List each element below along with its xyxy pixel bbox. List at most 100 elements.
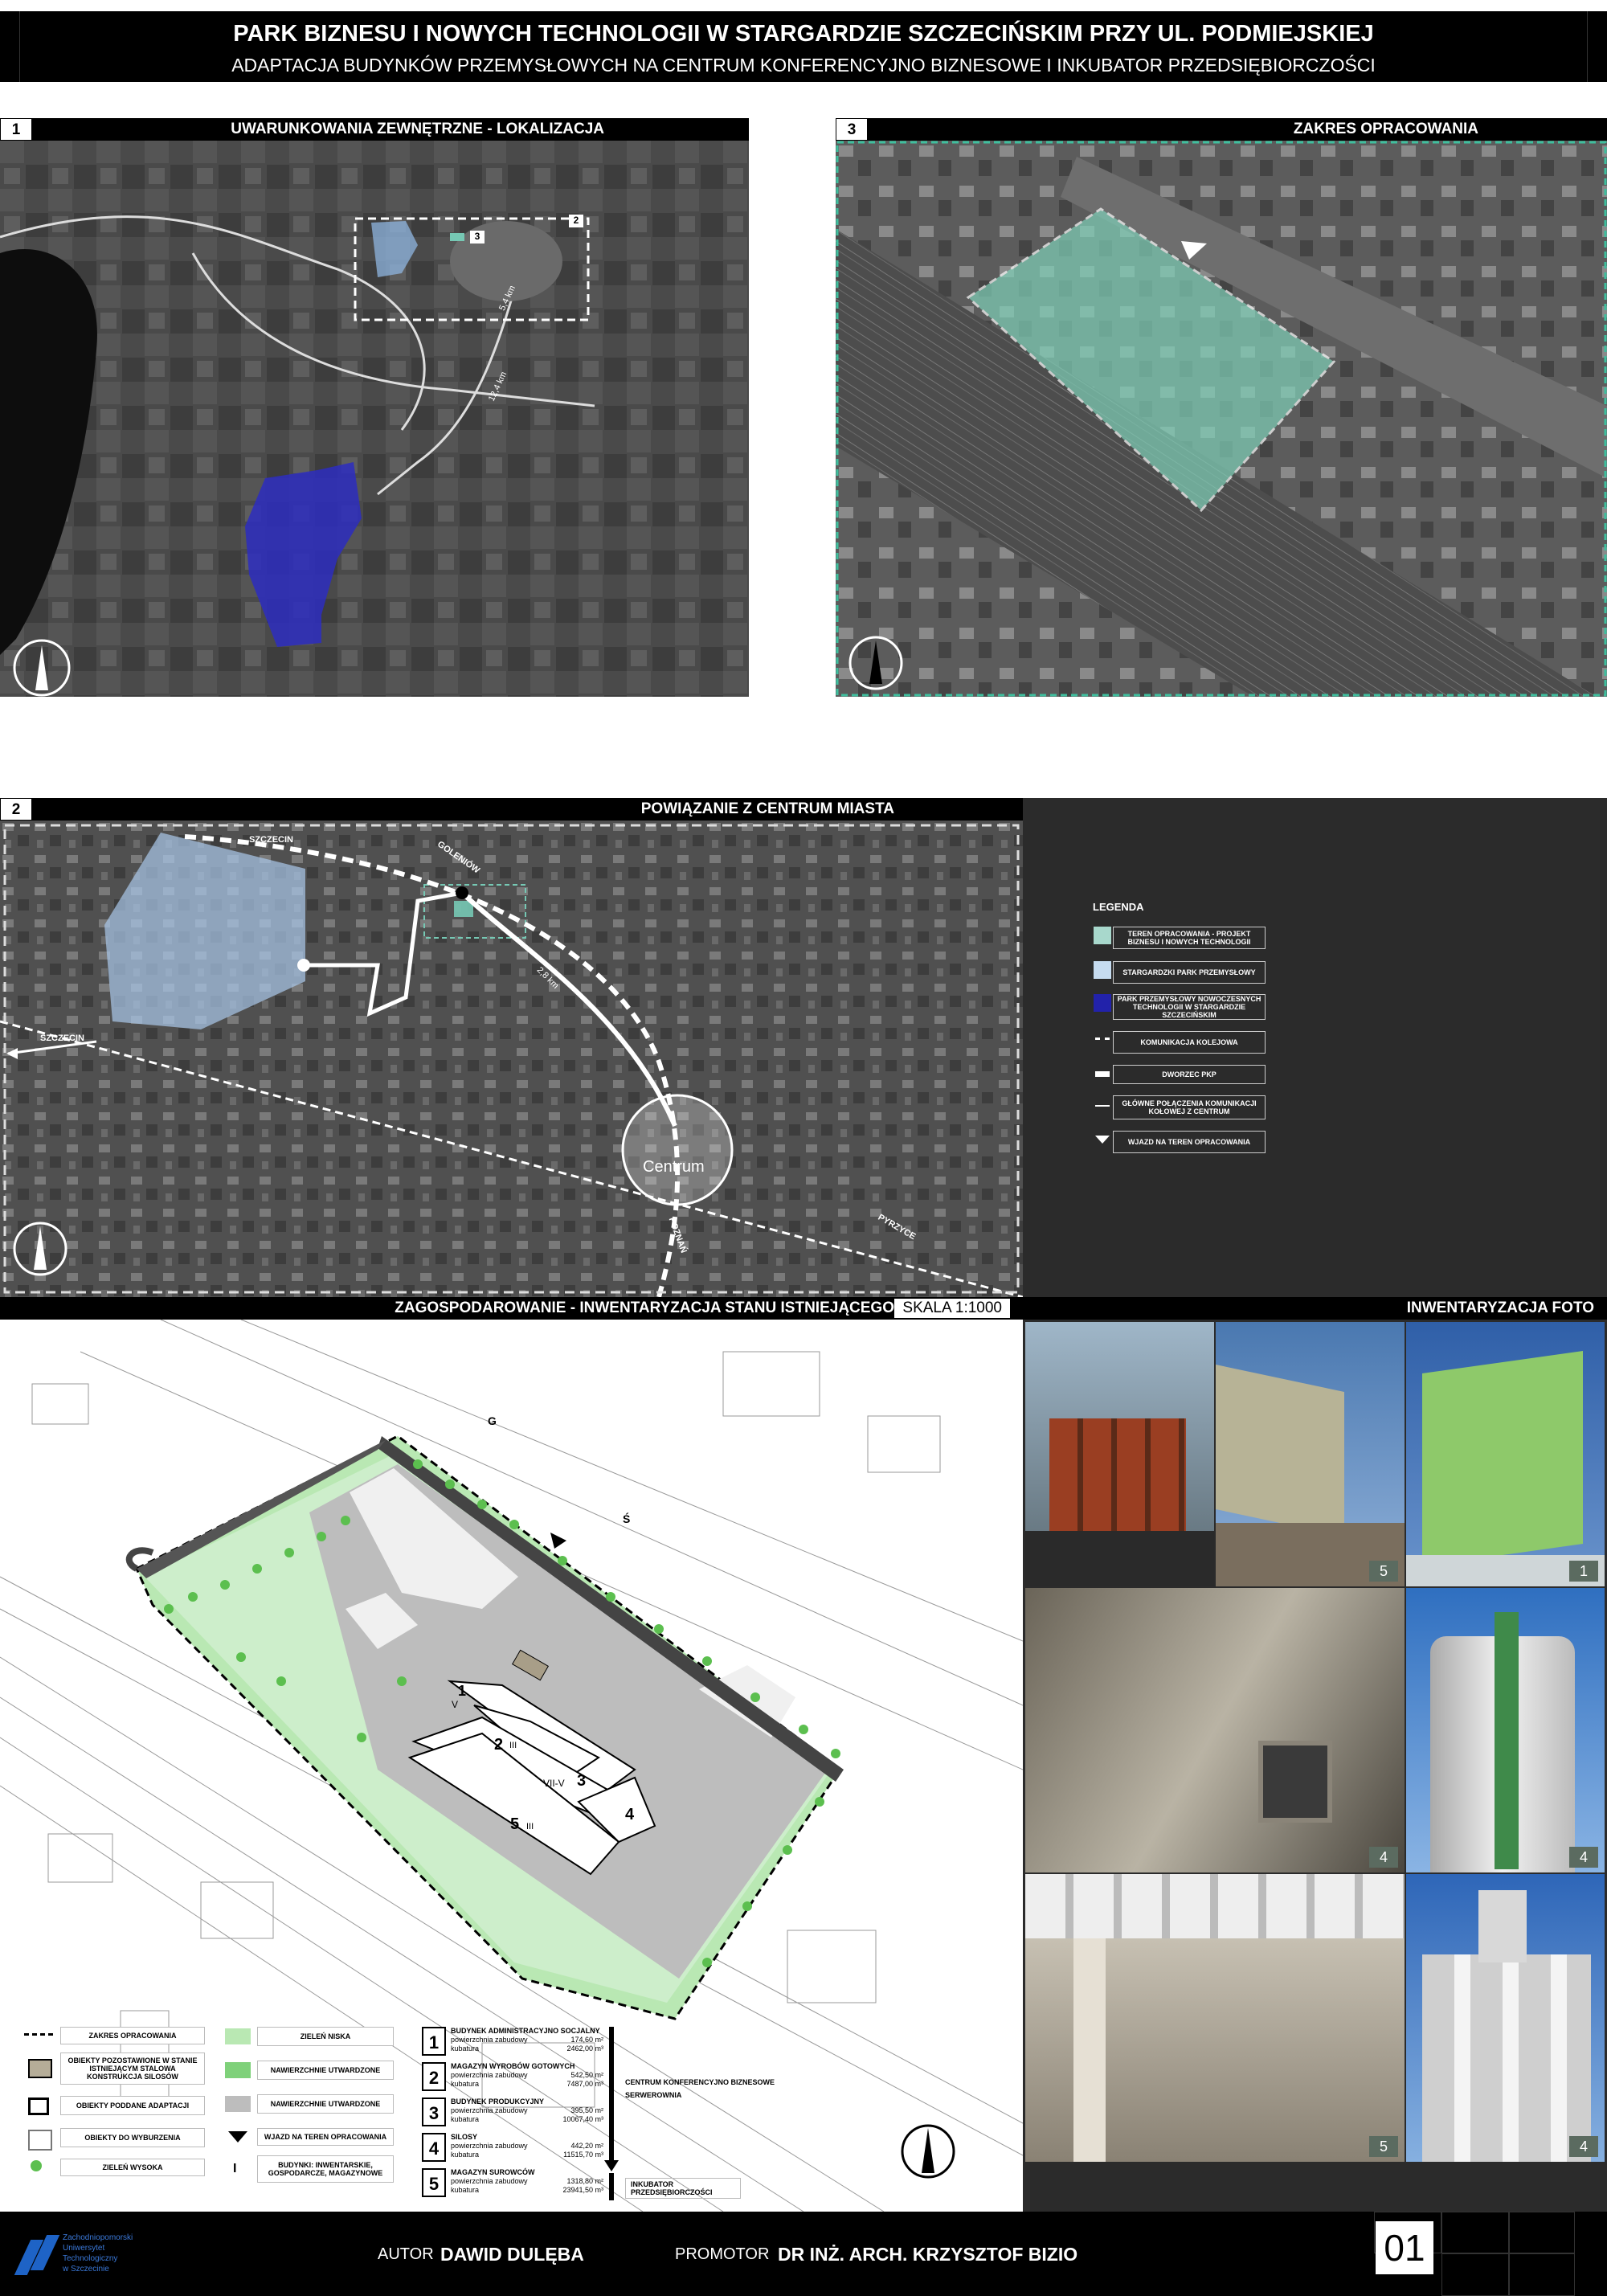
building-row-5-name: MAGAZYN SUROWCÓW [451,2168,535,2176]
photo-grid: 5 1 4 4 5 4 [1023,1320,1607,2212]
building-row-1-vol: 2462,00 m³ [566,2044,603,2052]
plan-building-4-num: 4 [625,1806,635,1823]
photos-title: INWENTARYZACJA FOTO [1406,1299,1594,1316]
outbuilding-symbol: I [233,2162,237,2175]
photo-hall-ceiling: 5 [1025,1874,1405,2162]
plan-building-3-num: 3 [577,1772,587,1790]
tree-icon [31,2160,42,2171]
legend-label-7: WJAZD NA TEREN OPRACOWANIA [1113,1131,1266,1153]
plan-building-1-roman: V [452,1699,459,1710]
building-row-5-num: 5 [422,2168,446,2197]
plan-legend-mid-4: WJAZD NA TEREN OPRACOWANIA [257,2128,394,2146]
building-row-4: 4 SILOSY powierzchnia zabudowy 442,20 m²… [422,2133,623,2163]
building-row-3-vol-label: kubatura [451,2115,480,2123]
university-line-3: Technologiczny [63,2254,118,2263]
building-row-1-name: BUDYNEK ADMINISTRACYJNO SOCJALNY [451,2027,600,2035]
map2-szczecin-top: SZCZECIN [249,835,293,845]
building-row-5-vol: 23941,50 m³ [562,2186,603,2194]
university-line-1: Zachodniopomorski [63,2233,133,2242]
function-label-2: SERWEROWNIA [625,2091,682,2099]
existing-swatch [28,2059,52,2078]
building-row-1-area-label: powierzchnia zabudowy [451,2036,528,2044]
section1-number: 1 [0,118,32,141]
function-bracket-1 [609,2027,614,2163]
railway-dash-icon [1095,1037,1110,1040]
plan-label-s: Ś [623,1512,631,1525]
promotor-label: PROMOTOR [675,2245,770,2263]
building-row-4-area-label: powierzchnia zabudowy [451,2142,528,2150]
legend-title: LEGENDA [1093,901,1144,913]
university-logo [14,2232,60,2280]
plan-legend-mid-5: BUDYNKI: INWENTARSKIE, GOSPODARCZE, MAGA… [257,2155,394,2183]
map1-marker-3: 3 [470,231,485,244]
section2-bar: 2 POWIĄZANIE Z CENTRUM MIASTA [0,798,1023,821]
building-row-5-area-label: powierzchnia zabudowy [451,2177,528,2185]
building-row-2-area: 542,50 m² [570,2071,603,2079]
building-row-4-num: 4 [422,2133,446,2162]
location-map: 2 3 5,4 km 12,4 km [0,141,749,697]
plan-legend-left: ZAKRES OPRACOWANIA OBIEKTY POZOSTAWIONE … [24,2027,217,2188]
header-bar: PARK BIZNESU I NOWYCH TECHNOLOGII W STAR… [0,11,1607,82]
plan-legend-left-2: OBIEKTY POZOSTAWIONE W STANIE ISTNIEJĄCY… [60,2052,205,2085]
map2-centrum-label: Centrum [643,1158,705,1176]
photo-3-number: 1 [1569,1561,1598,1582]
plan-legend-left-5: ZIELEŃ WYSOKA [60,2159,205,2176]
entry-triangle-icon [228,2131,247,2143]
photo-7-number: 4 [1569,2136,1598,2157]
building-table: 1 BUDYNEK ADMINISTRACYJNO SOCJALNY powie… [422,2027,623,2204]
photo-silo-bins [1025,1322,1214,1586]
photo-silo-tower: 4 [1406,1588,1605,1872]
university-line-2: Uniwersytet [63,2244,105,2253]
map2-szczecin-left: SZCZECIN [40,1033,84,1043]
function-bracket-2 [609,2173,614,2200]
plan-title: ZAGOSPODAROWANIE - INWENTARYZACJA STANU … [395,1299,894,1316]
building-row-4-name: SILOSY [451,2133,478,2141]
building-row-3-name: BUDYNEK PRODUKCYJNY [451,2098,545,2106]
building-row-3-area: 395,50 m² [570,2106,603,2114]
building-row-2-num: 2 [422,2062,446,2091]
section1-title: UWARUNKOWANIA ZEWNĘTRZNE - LOKALIZACJA [231,121,604,137]
function-label-3: INKUBATOR PRZEDSIĘBIORCZOŚCI [625,2178,741,2199]
plan-legend-mid-1: ZIELEŃ NISKA [257,2027,394,2046]
building-row-2-area-label: powierzchnia zabudowy [451,2071,528,2079]
building-row-3-area-label: powierzchnia zabudowy [451,2106,528,2114]
header-title: PARK BIZNESU I NOWYCH TECHNOLOGII W STAR… [233,21,1374,47]
section3-title: ZAKRES OPRACOWANIA [1293,121,1478,137]
paved-green-swatch [225,2062,251,2078]
plan-legend-left-3: OBIEKTY PODDANE ADAPTACJI [60,2096,205,2115]
section2-number: 2 [0,798,32,821]
legend-label-1: TEREN OPRACOWANIA - PROJEKT BIZNESU I NO… [1113,927,1266,949]
function-arrow-1 [604,2160,619,2171]
station-bar-icon [1095,1071,1110,1077]
building-row-1-vol-label: kubatura [451,2044,480,2052]
building-row-2: 2 MAGAZYN WYROBÓW GOTOWYCH powierzchnia … [422,2062,623,2093]
section1-bar: 1 UWARUNKOWANIA ZEWNĘTRZNE - LOKALIZACJA [0,118,749,141]
promotor-name: DR INŻ. ARCH. KRZYSZTOF BIZIO [778,2244,1078,2265]
building-row-3-num: 3 [422,2098,446,2126]
legend-label-2: STARGARDZKI PARK PRZEMYSŁOWY [1113,961,1266,984]
building-row-2-vol-label: kubatura [451,2080,480,2088]
building-row-4-vol-label: kubatura [451,2151,480,2159]
building-row-5-vol-label: kubatura [451,2186,480,2194]
section3-number: 3 [836,118,868,141]
sheet-number: 01 [1376,2221,1433,2274]
legend-label-6: GŁÓWNE POŁĄCZENIA KOMUNIKACJI KOŁOWEJ Z … [1113,1095,1266,1119]
legend-label-5: DWORZEC PKP [1113,1065,1266,1084]
building-row-3: 3 BUDYNEK PRODUKCYJNY powierzchnia zabud… [422,2098,623,2128]
legend-panel: LEGENDA TEREN OPRACOWANIA - PROJEKT BIZN… [1023,798,1607,1297]
plan-building-3-roman: VII-V [543,1778,565,1789]
photo-silo-interior: 4 [1025,1588,1405,1872]
plan-label-g: G [488,1414,497,1427]
adapt-swatch [28,2098,49,2115]
section3-bar: 3 ZAKRES OPRACOWANIA [836,118,1607,141]
legend-swatch-2 [1094,961,1111,979]
photo-4-number: 4 [1369,1847,1398,1868]
building-row-4-vol: 11515,70 m³ [563,2151,603,2159]
author-name: DAWID DULĘBA [440,2244,584,2265]
photo-5-number: 4 [1569,1847,1598,1868]
paved-grey-swatch [225,2096,251,2112]
plan-scale: SKALA 1:1000 [894,1299,1010,1318]
building-row-1-num: 1 [422,2027,446,2056]
plan-building-2-roman: III [509,1741,517,1750]
city-connection-map: Centrum SZCZECIN SZCZECIN GOLENIÓW PYRZY… [0,821,1023,1297]
